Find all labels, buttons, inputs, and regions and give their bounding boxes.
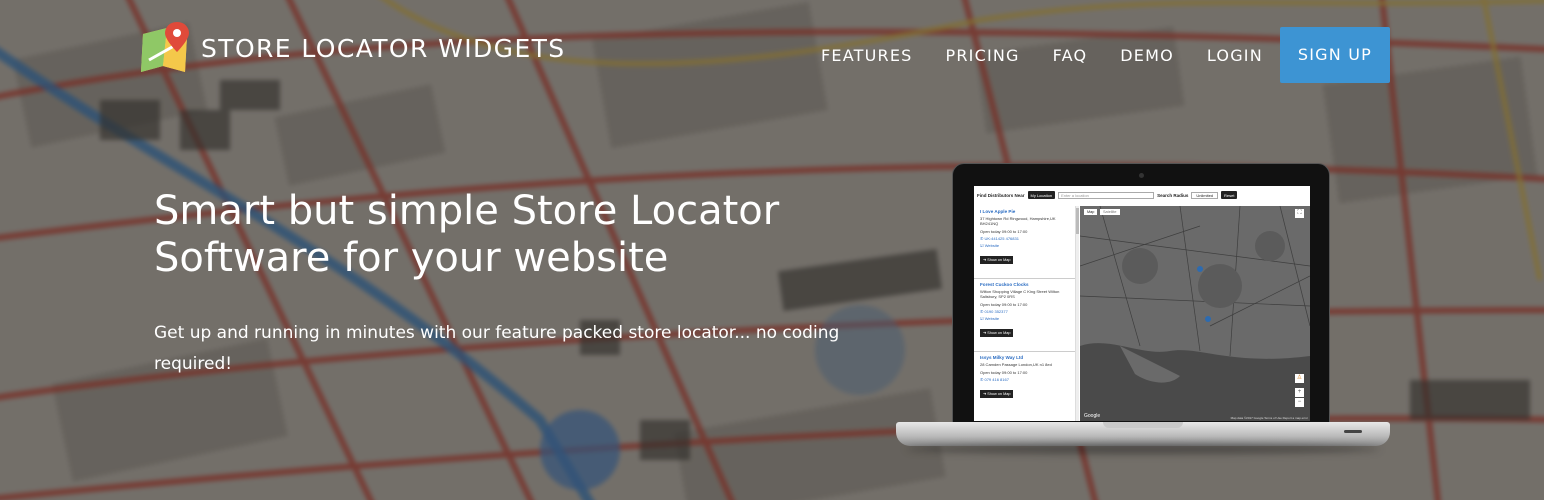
search-bar: Find Distributors Near My Location Enter…	[974, 186, 1310, 204]
site-header: STORE LOCATOR WIDGETS FEATURES PRICING F…	[0, 0, 1544, 110]
store-website-link[interactable]: ☑ Website	[980, 316, 1075, 321]
store-address: 28 Camden Passage London,UK n1 8ed	[980, 362, 1052, 367]
laptop-mockup: Find Distributors Near My Location Enter…	[896, 163, 1390, 454]
show-on-map-button[interactable]: ➜ Show on Map	[980, 328, 1014, 337]
fullscreen-icon[interactable]: ⛶	[1295, 209, 1304, 218]
store-phone[interactable]: ✆ 079 416 8167	[980, 377, 1075, 382]
hero-subtitle: Get up and running in minutes with our f…	[154, 323, 840, 374]
store-phone[interactable]: ✆ UK:441425 476831	[980, 236, 1075, 241]
hero-title: Smart but simple Store Locator Software …	[154, 188, 780, 281]
store-hours: Open today 09:00 to 17:00	[980, 229, 1028, 234]
nav-faq[interactable]: FAQ	[1053, 46, 1088, 65]
list-scrollbar[interactable]	[1076, 206, 1079, 421]
laptop-lid: Find Distributors Near My Location Enter…	[952, 163, 1330, 426]
store-hours: Open today 09:00 to 17:00	[980, 370, 1028, 375]
store-hours: Open today 09:00 to 17:00	[980, 302, 1028, 307]
laptop-base	[896, 422, 1390, 446]
list-item[interactable]: Forest Cuckoo Clocks Wilton Shopping Vil…	[974, 279, 1075, 352]
list-item[interactable]: Issys Milky Way Ltd 28 Camden Passage Lo…	[974, 352, 1075, 421]
store-map[interactable]: Map Satellite ⛶ ♙ + − Google Map data ©2…	[1080, 206, 1310, 421]
show-on-map-button[interactable]: ➜ Show on Map	[980, 255, 1014, 264]
map-attribution[interactable]: Map data ©2017 Google Terms of Use Repor…	[1231, 416, 1308, 420]
my-location-button[interactable]: My Location	[1027, 191, 1056, 199]
store-name[interactable]: Forest Cuckoo Clocks	[980, 282, 1075, 287]
show-on-map-button[interactable]: ➜ Show on Map	[980, 389, 1014, 398]
zoom-out-icon[interactable]: −	[1295, 398, 1304, 407]
store-list: I Love Apple Pie 37 Hightown Rd Ringwood…	[974, 206, 1076, 421]
main-nav: FEATURES PRICING FAQ DEMO LOGIN SIGN UP	[821, 27, 1390, 83]
list-item[interactable]: I Love Apple Pie 37 Hightown Rd Ringwood…	[974, 206, 1075, 279]
reset-button[interactable]: Reset	[1221, 191, 1238, 199]
store-address: Wilton Shopping Village C King Street Wi…	[980, 289, 1060, 299]
map-terrain	[1080, 206, 1310, 421]
nav-demo[interactable]: DEMO	[1120, 46, 1174, 65]
store-address: 37 Hightown Rd Ringwood, Hampshire,UK BH…	[980, 216, 1056, 226]
signup-button[interactable]: SIGN UP	[1279, 27, 1390, 83]
nav-pricing[interactable]: PRICING	[945, 46, 1019, 65]
map-type-map[interactable]: Map	[1084, 209, 1098, 215]
store-website-link[interactable]: ☑ Website	[980, 243, 1075, 248]
google-logo: Google	[1084, 413, 1101, 419]
nav-login[interactable]: LOGIN	[1207, 46, 1263, 65]
laptop-screen: Find Distributors Near My Location Enter…	[974, 186, 1310, 421]
store-name[interactable]: Issys Milky Way Ltd	[980, 355, 1075, 360]
nav-features[interactable]: FEATURES	[821, 46, 912, 65]
location-input[interactable]: Enter a location	[1058, 191, 1155, 199]
radius-label: Search Radius	[1157, 192, 1189, 198]
map-type-satellite[interactable]: Satellite	[1100, 209, 1120, 215]
map-pin-logo-icon[interactable]	[141, 20, 189, 74]
radius-select[interactable]: Unlimited	[1191, 191, 1219, 199]
zoom-in-icon[interactable]: +	[1295, 388, 1304, 397]
camera-icon	[1139, 173, 1144, 178]
pegman-icon[interactable]: ♙	[1295, 374, 1304, 383]
store-name[interactable]: I Love Apple Pie	[980, 209, 1075, 214]
brand-name[interactable]: STORE LOCATOR WIDGETS	[201, 34, 566, 63]
find-label: Find Distributors Near	[977, 192, 1025, 198]
store-phone[interactable]: ✆ 0190 352377	[980, 309, 1075, 314]
